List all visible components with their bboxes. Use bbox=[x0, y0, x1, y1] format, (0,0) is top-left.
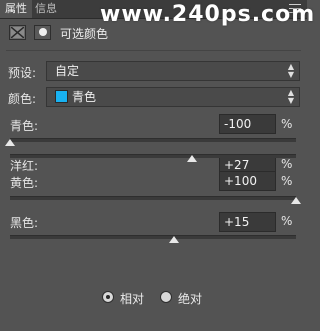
chevron-updown-icon: ▲ ▼ bbox=[287, 62, 294, 79]
chevron-updown-icon: ▲ ▼ bbox=[287, 88, 294, 105]
cyan-slider-track[interactable] bbox=[10, 138, 296, 142]
cyan-slider-thumb[interactable] bbox=[5, 139, 15, 146]
magenta-slider-track[interactable] bbox=[10, 154, 296, 158]
preset-value: 自定 bbox=[55, 64, 80, 78]
black-slider-thumb[interactable] bbox=[169, 236, 180, 243]
preset-dropdown[interactable]: 自定 ▲ ▼ bbox=[46, 61, 300, 81]
cyan-value-input[interactable]: -100 bbox=[219, 114, 276, 134]
tab-info[interactable]: 信息 bbox=[30, 0, 62, 18]
absolute-radio[interactable] bbox=[160, 291, 172, 303]
adjustment-title: 可选颜色 bbox=[60, 27, 109, 41]
colors-dropdown[interactable]: 青色 ▲ ▼ bbox=[46, 87, 300, 107]
cyan-label: 青色: bbox=[10, 119, 39, 133]
adjustment-header: 可选颜色 bbox=[0, 22, 307, 44]
magenta-label: 洋红: bbox=[10, 159, 39, 173]
selective-color-icon[interactable] bbox=[9, 25, 26, 40]
cyan-unit: % bbox=[281, 117, 293, 131]
black-value-input[interactable]: +15 bbox=[219, 212, 276, 232]
yellow-slider-thumb[interactable] bbox=[291, 197, 301, 204]
divider bbox=[6, 50, 301, 51]
magenta-slider-thumb[interactable] bbox=[186, 155, 197, 162]
colors-label: 颜色: bbox=[8, 92, 37, 106]
method-radio-group: 相对 绝对 bbox=[0, 288, 307, 308]
magenta-unit: % bbox=[281, 157, 293, 171]
yellow-value-input[interactable]: +100 bbox=[219, 171, 276, 191]
tab-properties[interactable]: 属性 bbox=[0, 0, 32, 18]
black-unit: % bbox=[281, 214, 293, 228]
relative-radio[interactable] bbox=[102, 291, 114, 303]
color-swatch bbox=[55, 90, 68, 103]
relative-label[interactable]: 相对 bbox=[120, 290, 144, 307]
black-label: 黑色: bbox=[10, 216, 39, 230]
black-slider-track[interactable] bbox=[10, 235, 296, 239]
absolute-label[interactable]: 绝对 bbox=[178, 290, 202, 307]
yellow-slider-track[interactable] bbox=[10, 196, 296, 200]
preset-label: 预设: bbox=[8, 66, 37, 80]
yellow-label: 黄色: bbox=[10, 176, 39, 190]
yellow-unit: % bbox=[281, 174, 293, 188]
layer-mask-icon[interactable] bbox=[34, 25, 51, 40]
colors-value: 青色 bbox=[72, 90, 97, 104]
